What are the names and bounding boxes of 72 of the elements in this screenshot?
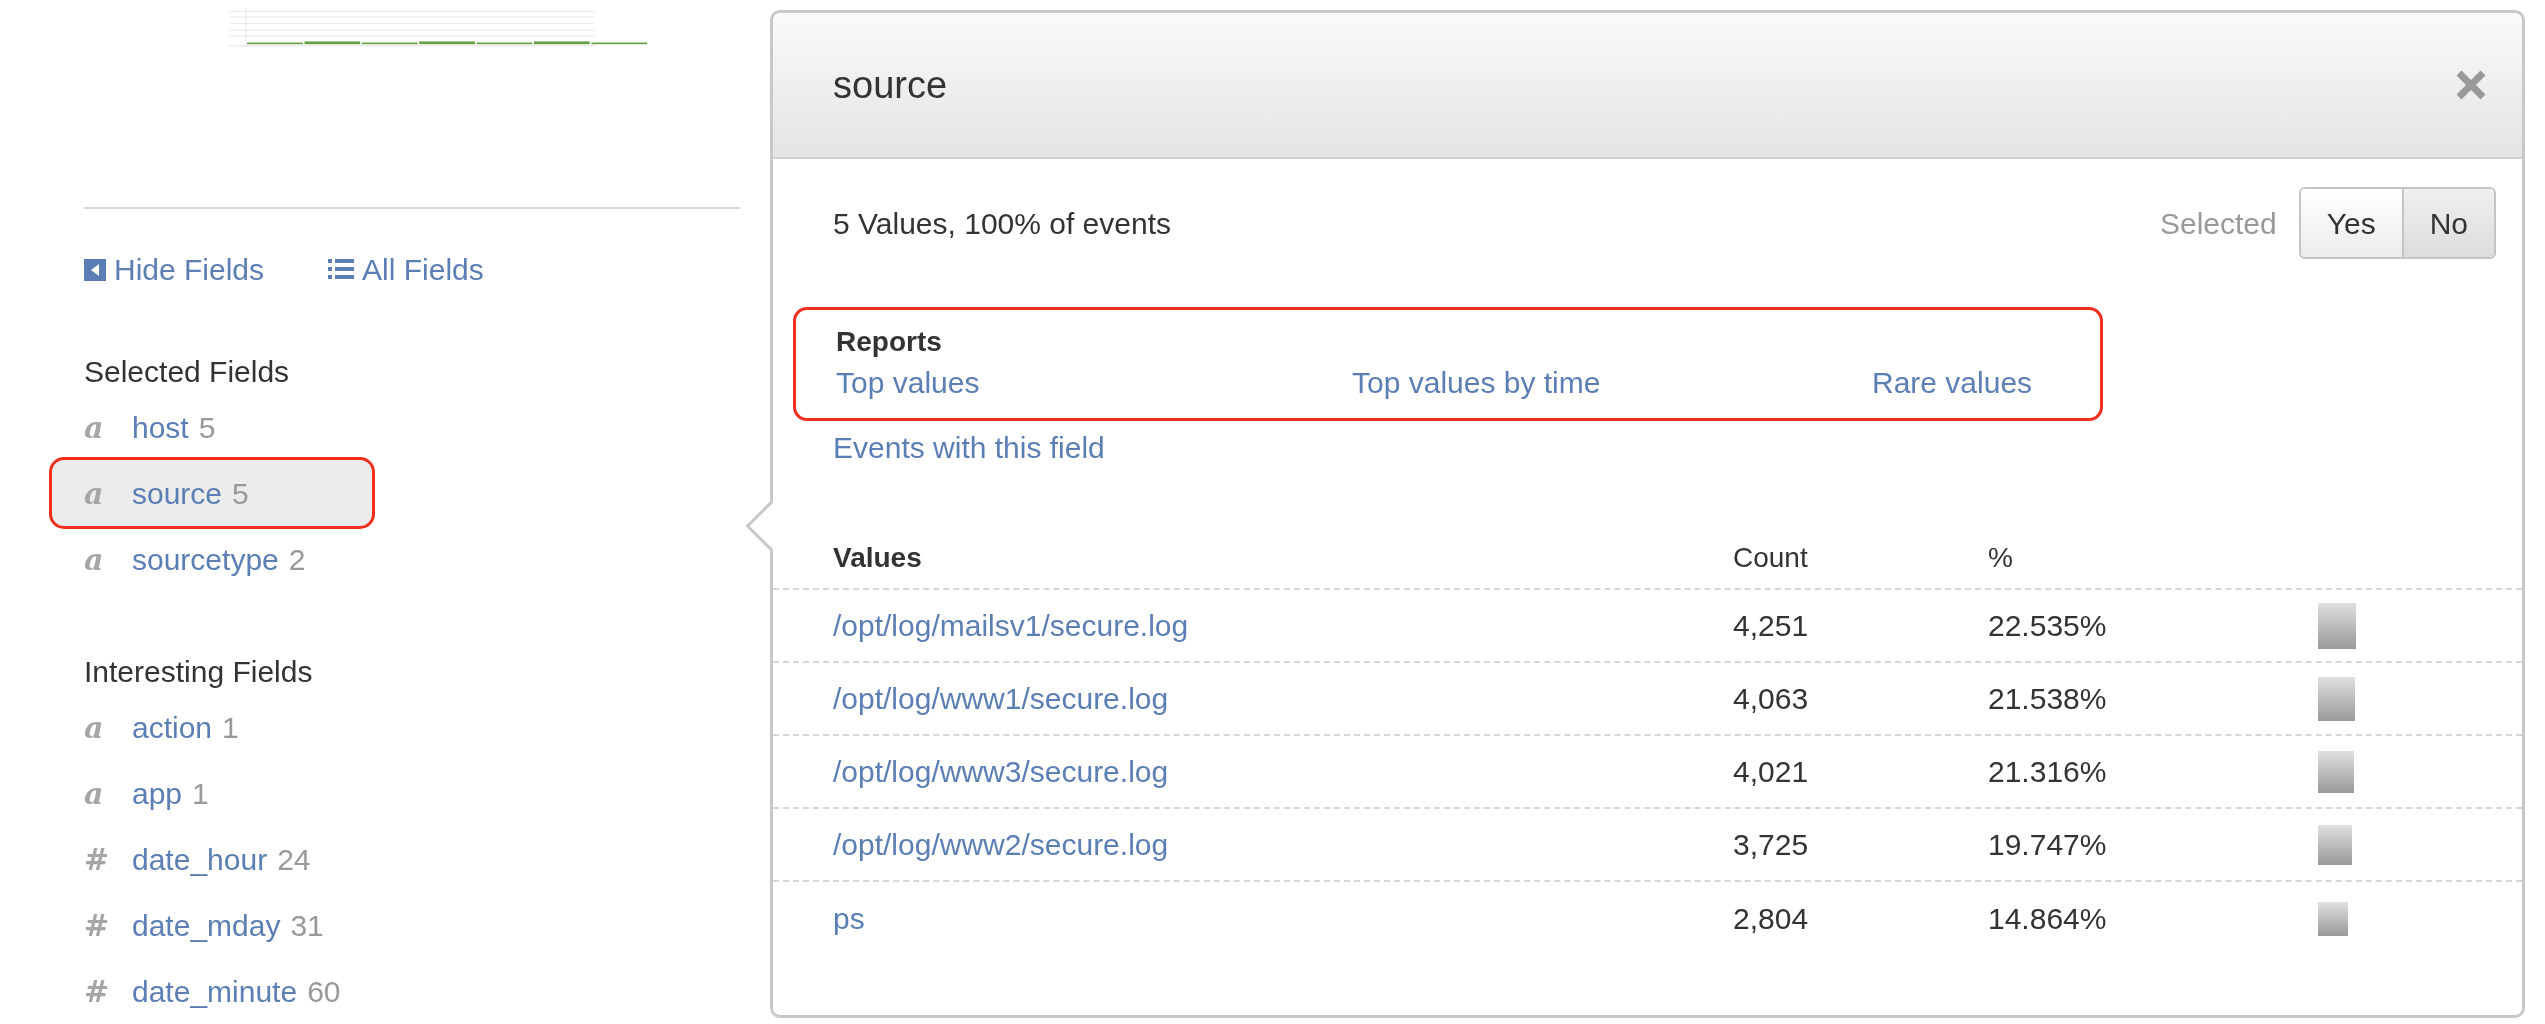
field-count: 5 [232,475,249,512]
number-type-icon: # [84,836,122,882]
count-cell-text: 4,063 [1733,681,1810,717]
all-fields-link[interactable]: All Fields [328,247,484,292]
field-name: sourcetype [132,541,279,578]
selected-label: Selected [2159,205,2277,242]
column-header: % [1988,541,2013,575]
column-header: Count [1733,541,1809,575]
number-type-icon: # [84,968,122,1014]
popup-title: source [833,62,948,108]
value-link[interactable]: /opt/log/www2/secure.log [833,822,1733,867]
count-cell-text: 2,804 [1733,901,1810,937]
percent-cell-text: 14.864% [1988,901,2108,937]
events-link[interactable]: Events with this field [833,425,1105,470]
collapse-icon [84,258,106,281]
percent-cell-text: 21.538% [1988,681,2108,717]
hide-fields-link[interactable]: Hide Fields [84,247,265,292]
value-link[interactable]: ps [833,896,1733,941]
value-link[interactable]: /opt/log/www1/secure.log [833,676,1733,721]
percent-bar [2318,750,2354,793]
field-item[interactable]: a host 5 [52,394,740,460]
field-count: 31 [290,907,324,944]
percent-cell-text: 22.535% [1988,608,2108,644]
summary-text: 5 Values, 100% of events [833,205,1171,242]
field-item[interactable]: # date_mday 31 [52,892,740,958]
field-item[interactable]: a source 5 [52,460,372,526]
list-icon [328,258,355,281]
report-link[interactable]: Rare values [1872,362,2033,404]
string-type-icon: a [84,470,122,516]
value-link[interactable]: /opt/log/www3/secure.log [833,749,1733,794]
report-link[interactable]: Top values by time [1352,362,1872,404]
field-count: 2 [288,541,306,578]
value-link[interactable]: /opt/log/mailsv1/secure.log [833,603,1733,648]
field-item[interactable]: # date_minute 60 [52,958,740,1024]
number-type-icon: # [84,902,122,948]
column-header: Values [833,541,923,575]
field-name: date_minute [132,973,298,1010]
field-name: date_hour [132,841,268,878]
report-link[interactable]: Top values [836,362,1352,404]
percent-bar [2318,602,2356,649]
string-type-icon: a [84,770,122,816]
close-icon[interactable] [2456,70,2486,100]
group-heading: Selected Fields [84,354,291,390]
percent-bar [2318,901,2348,936]
count-cell-text: 4,021 [1733,754,1810,790]
toggle-option[interactable]: Yes [2300,189,2402,257]
field-name: app [132,775,183,812]
field-name: action [132,709,213,746]
field-item[interactable]: a sourcetype 2 [52,526,740,592]
group-heading: Interesting Fields [84,654,314,690]
percent-cell-text: 19.747% [1988,827,2108,863]
field-count: 60 [307,973,341,1010]
field-item[interactable]: # date_hour 24 [52,826,740,892]
string-type-icon: a [84,704,122,750]
count-cell-text: 4,251 [1733,608,1810,644]
count-cell-text: 3,725 [1733,827,1810,863]
field-count: 1 [192,775,209,812]
percent-bar [2318,676,2355,721]
field-name: date_mday [132,907,281,944]
string-type-icon: a [84,536,122,582]
reports-heading: Reports [836,325,943,359]
field-count: 24 [277,841,311,878]
field-item[interactable]: a action 1 [52,694,740,760]
field-count: 1 [222,709,239,746]
percent-bar [2318,824,2352,865]
field-name: host [132,409,189,446]
field-name: source [132,475,223,512]
field-item[interactable]: a app 1 [52,760,740,826]
toggle-option[interactable]: No [2401,189,2494,257]
string-type-icon: a [84,404,122,450]
percent-cell-text: 21.316% [1988,754,2108,790]
field-count: 5 [198,409,216,446]
